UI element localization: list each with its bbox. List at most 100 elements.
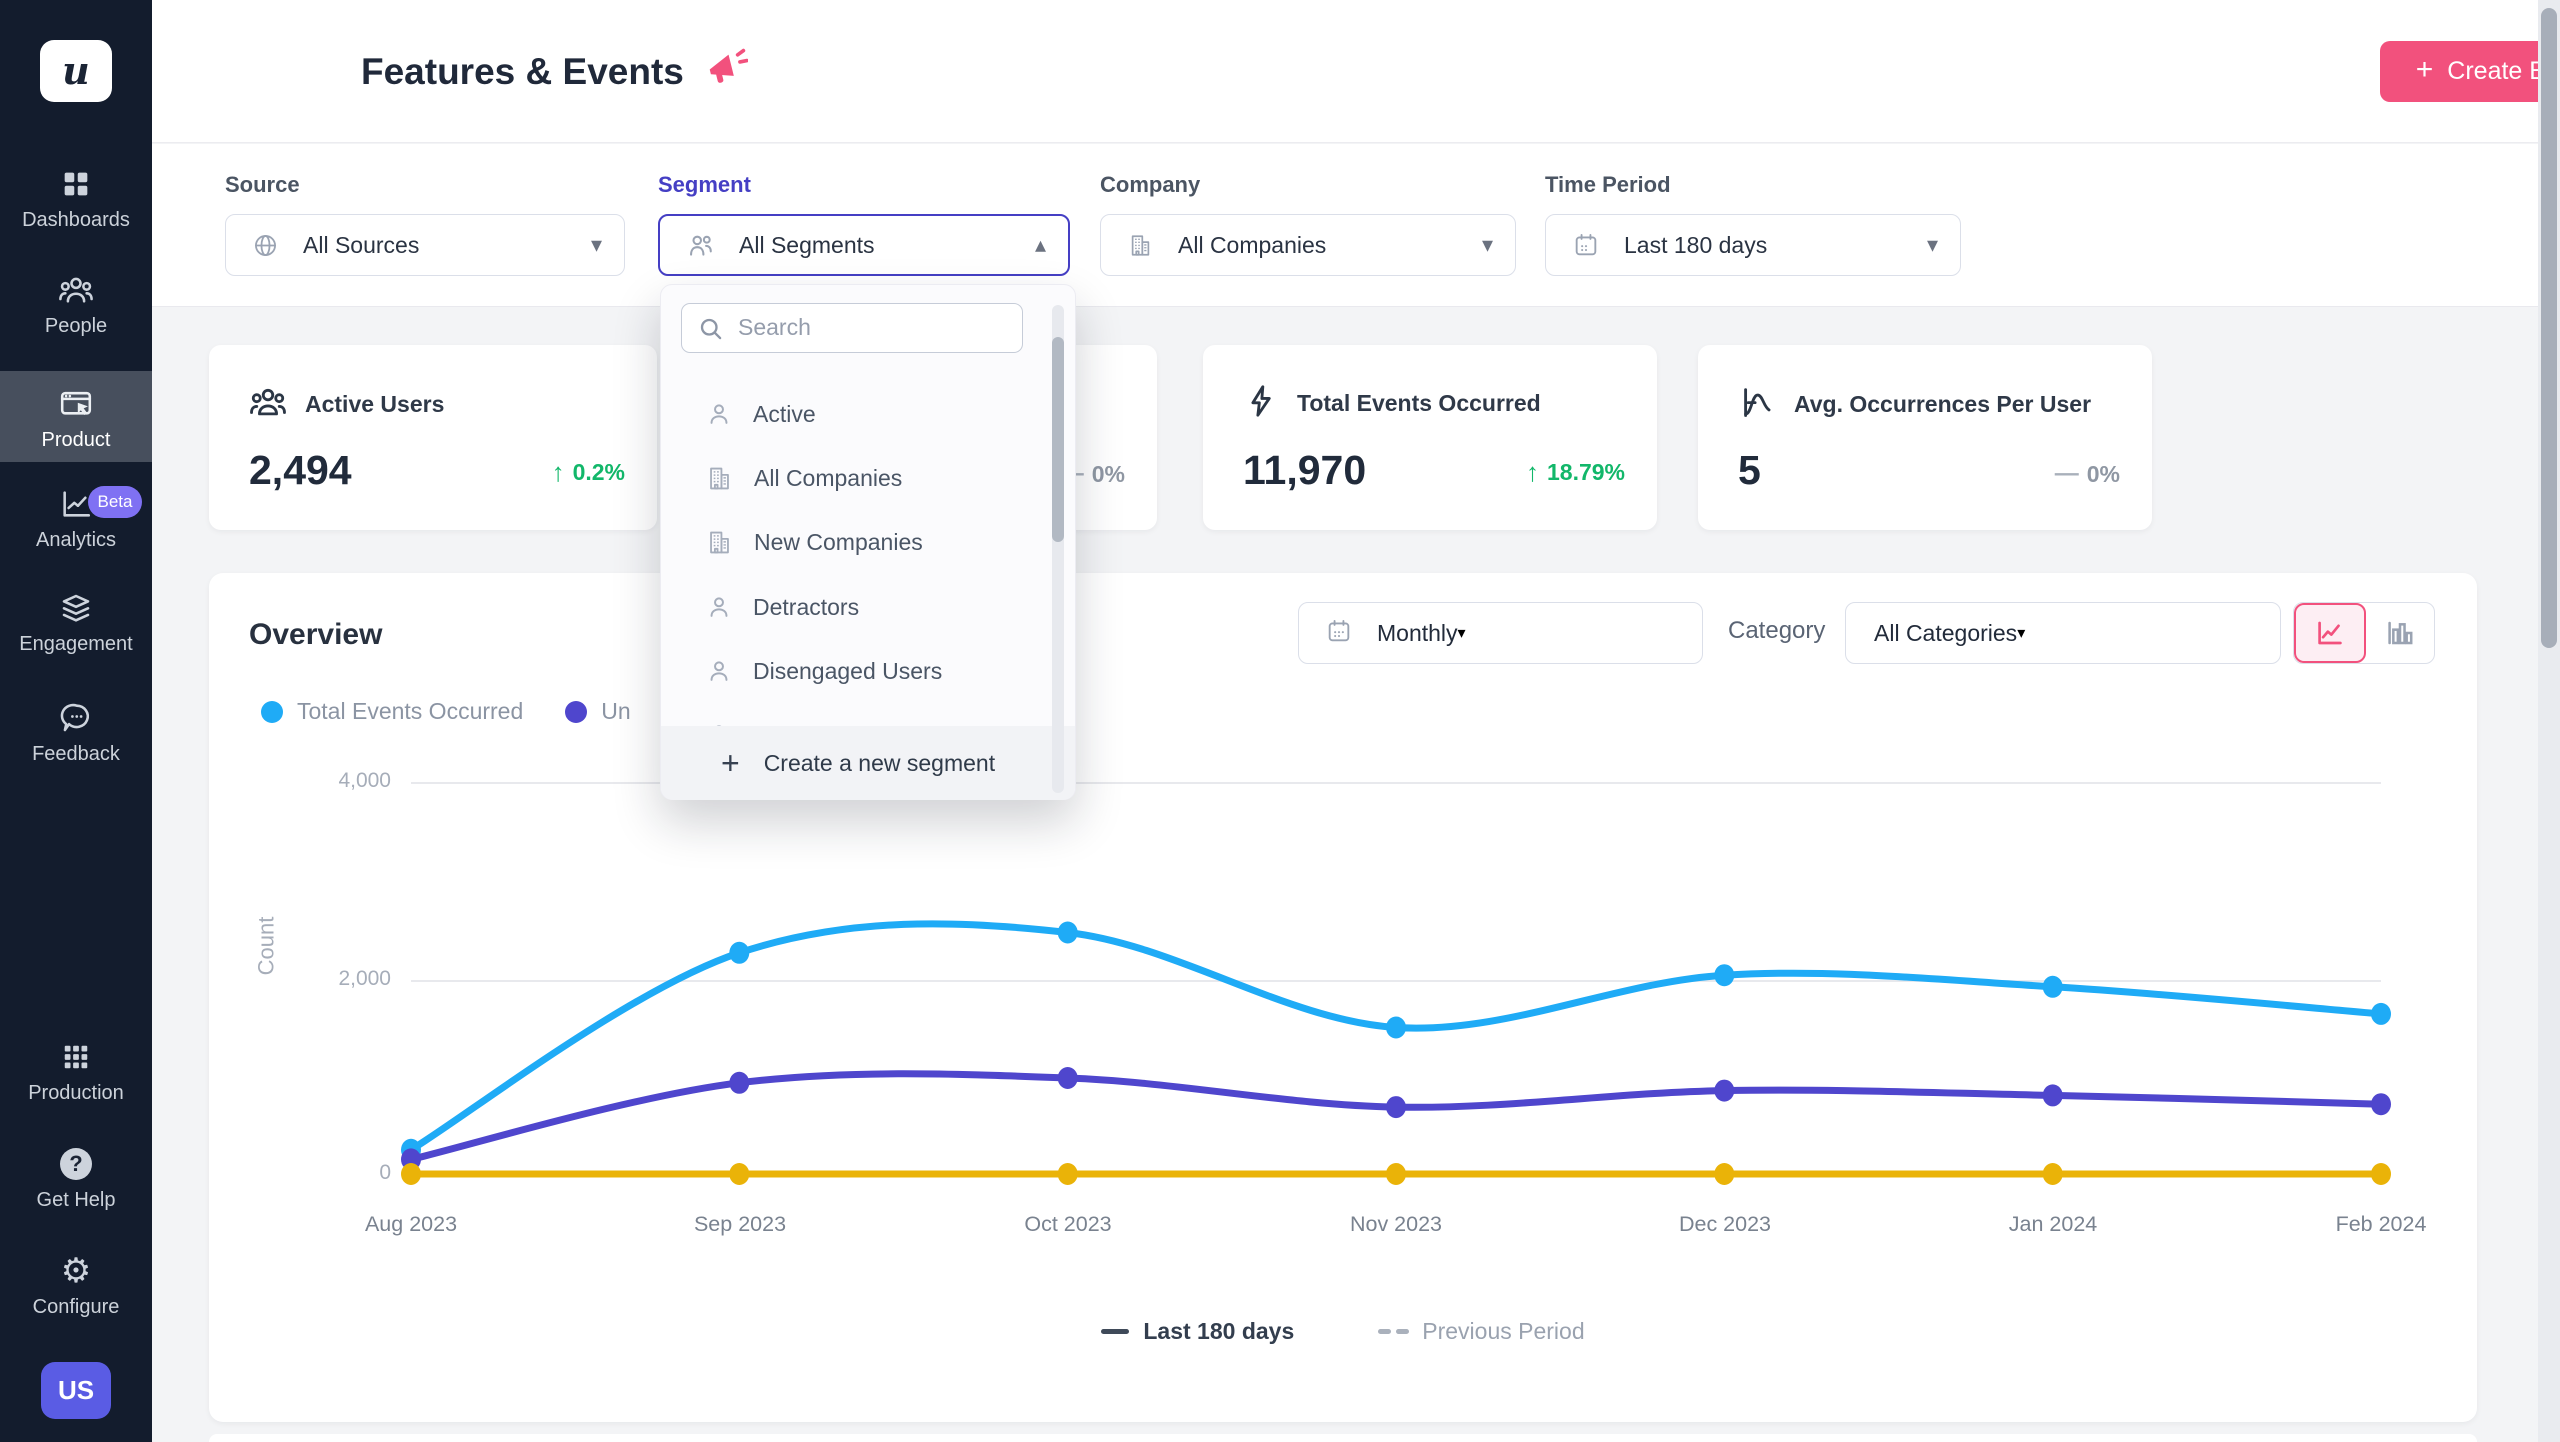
- company-filter-select[interactable]: All Companies ▾: [1100, 214, 1516, 276]
- trend-up-icon: ↑: [1526, 457, 1539, 488]
- user-icon: [705, 657, 733, 685]
- sidebar-item-label: Product: [0, 429, 152, 452]
- company-filter-label: Company: [1100, 172, 1200, 198]
- line-chart-toggle-button[interactable]: [2294, 603, 2366, 663]
- segment-option-active[interactable]: Active: [661, 382, 1065, 446]
- sidebar-item-people[interactable]: People: [0, 272, 152, 338]
- caret-down-icon: ▾: [1482, 232, 1493, 258]
- time-period-filter-value: Last 180 days: [1624, 232, 1767, 259]
- x-tick-nov: Nov 2023: [1311, 1212, 1481, 1237]
- line-chart[interactable]: [380, 745, 2410, 1225]
- x-tick-dec: Dec 2023: [1640, 1212, 1810, 1237]
- y-tick-0: 0: [279, 1161, 391, 1185]
- overview-title: Overview: [249, 618, 382, 652]
- caret-down-icon: ▾: [1458, 623, 1466, 643]
- category-value: All Categories: [1874, 620, 2017, 647]
- stat-card-title: Active Users: [305, 391, 444, 418]
- segment-option-detractors[interactable]: Detractors: [661, 575, 1065, 639]
- beta-badge: Beta: [88, 486, 142, 518]
- segment-option-disengaged-users[interactable]: Disengaged Users: [661, 639, 1065, 703]
- y-axis-label: Count: [253, 917, 279, 976]
- category-label: Category: [1728, 617, 1825, 645]
- solid-line-swatch: [1101, 1329, 1129, 1334]
- search-icon: [697, 315, 725, 343]
- segment-option-all-companies[interactable]: All Companies: [661, 446, 1065, 510]
- legend-dot-unique: [565, 701, 587, 723]
- sidebar-item-label: Configure: [0, 1296, 152, 1319]
- page-scrollbar[interactable]: [2538, 0, 2560, 1442]
- help-icon: ?: [0, 1146, 152, 1182]
- megaphone-icon: [702, 46, 748, 97]
- user-icon: [705, 593, 733, 621]
- sidebar-item-feedback[interactable]: Feedback: [0, 700, 152, 766]
- x-tick-feb: Feb 2024: [2296, 1212, 2466, 1237]
- page-title: Features & Events: [361, 51, 684, 93]
- segment-filter-select[interactable]: All Segments ▴: [658, 214, 1070, 276]
- segment-search[interactable]: [681, 303, 1023, 353]
- trend-up-icon: ↑: [552, 457, 565, 488]
- sidebar-item-dashboards[interactable]: Dashboards: [0, 166, 152, 232]
- sidebar-item-label: Production: [0, 1082, 152, 1105]
- source-filter-select[interactable]: All Sources ▾: [225, 214, 625, 276]
- stat-card-trend: ↑ 18.79%: [1526, 457, 1625, 488]
- create-segment-button[interactable]: + Create a new segment: [661, 726, 1075, 800]
- globe-icon: [252, 232, 279, 259]
- granularity-select[interactable]: Monthly ▾: [1298, 602, 1703, 664]
- dropdown-scrollbar[interactable]: [1052, 305, 1064, 793]
- dashed-line-swatch: [1396, 1329, 1409, 1334]
- stat-card-avg-occurrences: Avg. Occurrences Per User 5 — 0%: [1698, 345, 2152, 530]
- userpilot-logo[interactable]: u: [40, 40, 112, 102]
- people-icon: [0, 272, 152, 308]
- category-select[interactable]: All Categories ▾: [1845, 602, 2281, 664]
- app-root: u Dashboards People Product Beta: [0, 0, 2560, 1442]
- segment-filter-label: Segment: [658, 172, 751, 198]
- plus-icon: +: [721, 747, 740, 779]
- dropdown-scrollbar-thumb[interactable]: [1052, 337, 1064, 542]
- legend-label-total-events[interactable]: Total Events Occurred: [297, 698, 523, 725]
- filter-bar: Source All Sources ▾ Segment All Segment…: [152, 144, 2538, 307]
- legend-previous-period[interactable]: Previous Period: [1378, 1318, 1584, 1345]
- overview-panel: Overview Monthly ▾ Category All Categori…: [209, 573, 2477, 1422]
- user-icon: [705, 400, 733, 428]
- sidebar-item-label: Get Help: [0, 1189, 152, 1212]
- gear-icon: ⚙: [0, 1253, 152, 1289]
- bar-chart-toggle-button[interactable]: [2366, 603, 2434, 663]
- building-icon: [705, 464, 734, 493]
- source-filter-label: Source: [225, 172, 300, 198]
- grid-icon: [0, 1039, 152, 1075]
- stat-card-total-events: Total Events Occurred 11,970 ↑ 18.79%: [1203, 345, 1657, 530]
- create-event-button[interactable]: + Create Event: [2380, 41, 2560, 102]
- caret-down-icon: ▾: [2017, 623, 2025, 643]
- segment-search-input[interactable]: [738, 304, 1018, 350]
- time-period-filter-select[interactable]: Last 180 days ▾: [1545, 214, 1961, 276]
- stat-card-value: 2,494: [249, 447, 352, 494]
- sidebar-item-configure[interactable]: ⚙ Configure: [0, 1253, 152, 1319]
- sidebar-item-label: Dashboards: [0, 209, 152, 232]
- sidebar-item-label: Engagement: [0, 633, 152, 656]
- page-scrollbar-thumb[interactable]: [2541, 8, 2557, 648]
- page-header: Features & Events + Create Event: [152, 0, 2538, 143]
- granularity-value: Monthly: [1377, 620, 1458, 647]
- user-avatar[interactable]: US: [41, 1362, 111, 1419]
- calendar-icon: [1572, 231, 1600, 259]
- segment-option-new-companies[interactable]: New Companies: [661, 510, 1065, 574]
- building-icon: [705, 528, 734, 557]
- product-icon: [0, 386, 152, 422]
- chat-bubble-icon: [0, 700, 152, 736]
- sidebar-item-production[interactable]: Production: [0, 1039, 152, 1105]
- bell-curve-icon: [1738, 383, 1776, 426]
- building-icon: [1127, 232, 1154, 259]
- legend-dot-total-events: [261, 701, 283, 723]
- stat-card-value: 5: [1738, 447, 1761, 494]
- sidebar-item-product[interactable]: Product: [0, 386, 152, 452]
- legend-current-period[interactable]: Last 180 days: [1101, 1318, 1378, 1345]
- stat-card-value: 11,970: [1243, 447, 1366, 494]
- line-chart-icon: [2314, 617, 2346, 649]
- chart-type-toggle: [2293, 602, 2435, 664]
- sidebar-item-get-help[interactable]: ? Get Help: [0, 1146, 152, 1212]
- sidebar-item-engagement[interactable]: Engagement: [0, 590, 152, 656]
- lightning-bolt-icon: [1243, 383, 1279, 424]
- legend-label-unique[interactable]: Un: [601, 698, 630, 725]
- bar-chart-icon: [2384, 617, 2416, 649]
- plus-icon: +: [2416, 55, 2434, 85]
